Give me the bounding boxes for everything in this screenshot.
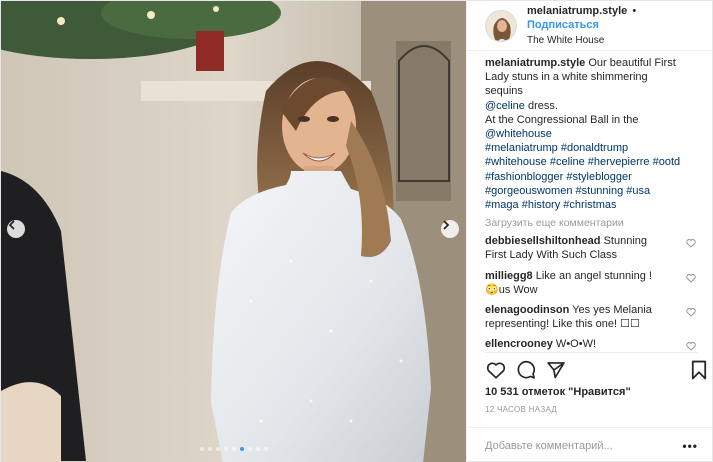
post-timestamp[interactable]: 12 ЧАСОВ НАЗАД [485, 405, 557, 414]
more-options-button[interactable]: ••• [682, 439, 698, 453]
mention-celine[interactable]: @celine [485, 100, 525, 112]
hashtag-link[interactable]: #fashionblogger [485, 171, 563, 183]
comment-text: W•O•W! [555, 338, 597, 351]
comment-item: ellencrooney W•O•W! [485, 337, 696, 351]
location-link[interactable]: The White House [527, 34, 712, 48]
hashtag-link[interactable]: #hervepierre [588, 156, 650, 168]
hashtag-link[interactable]: #christmas [563, 199, 616, 211]
avatar-image [486, 10, 516, 41]
comment-heart-icon[interactable] [686, 341, 696, 351]
avatar[interactable] [485, 9, 517, 42]
comment-bubble-icon [517, 360, 536, 379]
follow-button[interactable]: Подписаться [527, 19, 599, 31]
hashtag-link[interactable]: #styleblogger [566, 171, 631, 183]
carousel-next-button[interactable] [441, 220, 459, 238]
caption-username[interactable]: melaniatrump.style [485, 57, 585, 69]
comment-item: elenagoodinson Yes yes Melania represent… [485, 303, 696, 331]
hashtag-link[interactable]: #usa [626, 185, 650, 197]
comment-heart-icon[interactable] [686, 273, 696, 283]
chevron-right-icon [443, 220, 450, 230]
carousel-dot [223, 447, 228, 451]
carousel-dot [207, 447, 212, 451]
comment-heart-icon[interactable] [686, 238, 696, 248]
hashtag-link[interactable]: #gorgeouswomen [485, 185, 572, 197]
hashtag-link[interactable]: #history [522, 199, 561, 211]
comment-item: debbiesellshiltonhead Stunning First Lad… [485, 234, 696, 262]
carousel-indicator [1, 447, 466, 451]
caption-text-3: At the Congressional Ball in the [485, 113, 639, 126]
comment-list: debbiesellshiltonhead Stunning First Lad… [485, 234, 696, 351]
carousel-dot [255, 447, 260, 451]
comment-item: milliegg8 Like an angel stunning ! 😳us W… [485, 269, 696, 297]
comment-username[interactable]: debbiesellshiltonhead [485, 235, 601, 247]
comment-button[interactable] [515, 359, 537, 381]
load-more-comments-button[interactable]: Загрузить еще комментарии [485, 217, 684, 229]
chevron-left-icon [8, 220, 15, 230]
post-header: melaniatrump.style • Подписаться The Whi… [467, 1, 712, 51]
hashtag-link[interactable]: #melaniatrump [485, 142, 558, 154]
hashtag-link[interactable]: #ootd [653, 156, 681, 168]
carousel-dot [199, 447, 204, 451]
post-details-panel: melaniatrump.style • Подписаться The Whi… [466, 1, 712, 462]
bookmark-icon [691, 360, 707, 380]
comments-section[interactable]: melaniatrump.style Our beautiful First L… [467, 56, 712, 351]
post-caption: melaniatrump.style Our beautiful First L… [485, 56, 684, 212]
likes-count[interactable]: 10 531 отметок "Нравится" [485, 386, 631, 398]
share-arrow-icon [547, 362, 565, 379]
post-photo[interactable] [1, 1, 466, 462]
divider [485, 352, 698, 353]
header-separator: • [632, 4, 637, 17]
comment-input[interactable] [485, 439, 665, 452]
photo-illustration [1, 1, 466, 462]
save-button[interactable] [688, 359, 710, 381]
carousel-dot [231, 447, 236, 451]
share-button[interactable] [545, 359, 567, 381]
hashtag-link[interactable]: #celine [550, 156, 585, 168]
instagram-post: melaniatrump.style • Подписаться The Whi… [0, 0, 713, 462]
comment-username[interactable]: elenagoodinson [485, 304, 569, 316]
header-username[interactable]: melaniatrump.style [527, 5, 627, 17]
carousel-dot [263, 447, 268, 451]
mention-whitehouse[interactable]: @whitehouse [485, 128, 552, 140]
carousel-prev-button[interactable] [7, 220, 25, 238]
carousel-dot [239, 447, 244, 451]
comment-username[interactable]: ellencrooney [485, 338, 553, 350]
hashtag-link[interactable]: #donaldtrump [561, 142, 628, 154]
carousel-dot [247, 447, 252, 451]
hashtag-link[interactable]: #maga [485, 199, 519, 211]
like-button[interactable] [485, 359, 507, 381]
add-comment-bar: ••• [467, 427, 712, 462]
action-bar [485, 358, 710, 382]
hashtag-link[interactable]: #stunning [576, 185, 624, 197]
carousel-dot [215, 447, 220, 451]
caption-hashtags: #melaniatrump #donaldtrump #whitehouse #… [485, 142, 680, 211]
hashtag-link[interactable]: #whitehouse [485, 156, 547, 168]
caption-text-2: dress. [527, 99, 558, 112]
comment-username[interactable]: milliegg8 [485, 270, 533, 282]
comment-heart-icon[interactable] [686, 307, 696, 317]
heart-icon [486, 362, 506, 379]
